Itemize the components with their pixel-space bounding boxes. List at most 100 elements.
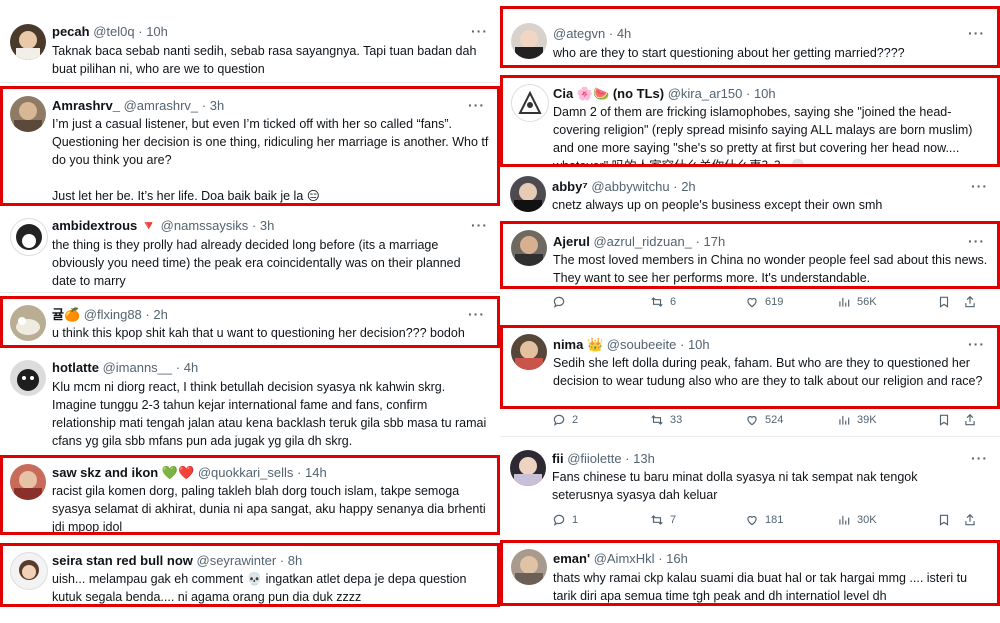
avatar[interactable] [10, 96, 46, 132]
more-options-icon[interactable]: ··· [468, 306, 485, 322]
timestamp[interactable]: 8h [288, 553, 302, 568]
display-name[interactable]: nima 👑 [553, 337, 603, 352]
divider [500, 436, 1000, 437]
retweet-button[interactable]: 7 [650, 513, 745, 527]
timestamp[interactable]: 4h [184, 360, 198, 375]
handle[interactable]: @kira_ar150 [668, 86, 743, 101]
display-name[interactable]: Cia 🌸🍉 (no TLs) [553, 86, 664, 101]
handle[interactable]: @tel0q [93, 24, 134, 39]
timestamp[interactable]: 3h [210, 98, 224, 113]
handle[interactable]: @fiiolette [567, 451, 621, 466]
tweet-card[interactable]: pecah @tel0q · 10h ··· Taknak baca sebab… [0, 18, 500, 80]
display-name[interactable]: pecah [52, 24, 90, 39]
avatar[interactable] [10, 24, 46, 60]
handle[interactable]: @seyrawinter [197, 553, 277, 568]
handle[interactable]: @namssaysiks [161, 218, 249, 233]
display-name[interactable]: ambidextrous 🔻 [52, 218, 157, 233]
more-options-icon[interactable]: ··· [471, 217, 488, 233]
avatar[interactable] [510, 176, 546, 212]
tweet-card[interactable]: hotlatte @imanns__ · 4h Klu mcm ni diorg… [0, 354, 500, 448]
avatar[interactable] [511, 84, 549, 122]
retweet-button[interactable]: 33 [650, 413, 745, 427]
timestamp[interactable]: 17h [704, 234, 726, 249]
display-name[interactable]: saw skz and ikon 💚❤️ [52, 465, 194, 480]
more-options-icon[interactable]: ··· [968, 25, 985, 41]
avatar[interactable] [510, 450, 546, 486]
retweet-button[interactable]: 6 [650, 295, 745, 309]
display-name[interactable]: hotlatte [52, 360, 99, 375]
handle[interactable]: @imanns__ [103, 360, 173, 375]
like-count: 181 [765, 514, 784, 526]
share-button[interactable] [963, 513, 977, 527]
timestamp[interactable]: 2h [153, 307, 167, 322]
handle[interactable]: @abbywitchu [591, 179, 669, 194]
handle[interactable]: @soubeeite [607, 337, 677, 352]
timestamp[interactable]: 14h [305, 465, 327, 480]
timestamp[interactable]: 3h [260, 218, 274, 233]
tweet-card[interactable]: ambidextrous 🔻 @namssaysiks · 3h ··· the… [0, 212, 500, 288]
timestamp[interactable]: 4h [617, 26, 631, 41]
reply-button[interactable] [552, 295, 650, 309]
avatar[interactable] [511, 549, 547, 585]
more-options-icon[interactable]: ··· [471, 23, 488, 39]
more-options-icon[interactable]: ··· [968, 336, 985, 352]
tweet-card[interactable]: Amrashrv_ @amrashrv_ · 3h ··· I’m just a… [0, 86, 500, 206]
display-name[interactable]: abby⁷ [552, 179, 588, 194]
retweet-icon [651, 297, 663, 307]
timestamp[interactable]: 2h [681, 179, 695, 194]
bookmark-button[interactable] [937, 295, 963, 309]
avatar[interactable] [511, 23, 547, 59]
display-name[interactable]: Ajerul [553, 234, 590, 249]
more-options-icon[interactable]: ··· [468, 97, 485, 113]
tweet-card[interactable]: saw skz and ikon 💚❤️ @quokkari_sells · 1… [0, 455, 500, 535]
tweet-card[interactable]: abby⁷ @abbywitchu · 2h ··· cnetz always … [500, 174, 1000, 216]
timestamp[interactable]: 10h [688, 337, 710, 352]
tweet-card[interactable]: seira stan red bull now @seyrawinter · 8… [0, 543, 500, 607]
handle[interactable]: @amrashrv_ [124, 98, 199, 113]
like-button[interactable]: 619 [745, 295, 837, 309]
like-button[interactable]: 181 [745, 513, 837, 527]
avatar[interactable] [10, 360, 46, 396]
avatar[interactable] [10, 218, 48, 256]
avatar[interactable] [511, 230, 547, 266]
handle[interactable]: @flxing88 [84, 307, 142, 322]
handle[interactable]: @AimxHkl [594, 551, 655, 566]
avatar[interactable] [511, 334, 547, 370]
more-options-icon[interactable]: ··· [971, 178, 988, 194]
avatar[interactable] [10, 464, 46, 500]
tweet-card[interactable]: @ategvn · 4h ··· who are they to start q… [500, 6, 1000, 68]
reply-button[interactable]: 2 [552, 413, 650, 427]
handle[interactable]: @ategvn [553, 26, 605, 41]
timestamp[interactable]: 16h [666, 551, 688, 566]
tweet-card[interactable]: Cia 🌸🍉 (no TLs) @kira_ar150 · 10h Damn 2… [500, 75, 1000, 167]
more-options-icon[interactable]: ··· [971, 450, 988, 466]
avatar[interactable] [10, 552, 48, 590]
display-name[interactable]: 귤🍊 [52, 307, 80, 322]
timestamp[interactable]: 10h [146, 24, 168, 39]
display-name[interactable]: Amrashrv_ [52, 98, 120, 113]
handle[interactable]: @quokkari_sells [198, 465, 294, 480]
display-name[interactable]: seira stan red bull now [52, 553, 193, 568]
timestamp[interactable]: 10h [754, 86, 776, 101]
bookmark-button[interactable] [937, 413, 963, 427]
views-button[interactable]: 39K [837, 413, 937, 427]
display-name[interactable]: eman' [553, 551, 590, 566]
views-button[interactable]: 30K [837, 513, 937, 527]
tweet-card[interactable]: fii @fiiolette · 13h ··· Fans chinese tu… [500, 446, 1000, 510]
reply-icon [553, 514, 565, 526]
more-options-icon[interactable]: ··· [968, 233, 985, 249]
handle[interactable]: @azrul_ridzuan_ [593, 234, 691, 249]
share-button[interactable] [963, 295, 977, 309]
views-button[interactable]: 56K [837, 295, 937, 309]
tweet-card[interactable]: nima 👑 @soubeeite · 10h ··· Sedih she le… [500, 325, 1000, 409]
tweet-card[interactable]: Ajerul @azrul_ridzuan_ · 17h ··· The mos… [500, 221, 1000, 289]
bookmark-button[interactable] [937, 513, 963, 527]
timestamp[interactable]: 13h [633, 451, 655, 466]
tweet-card[interactable]: eman' @AimxHkl · 16h thats why ramai ckp… [500, 540, 1000, 606]
share-button[interactable] [963, 413, 977, 427]
like-button[interactable]: 524 [745, 413, 837, 427]
display-name[interactable]: fii [552, 451, 564, 466]
reply-button[interactable]: 1 [552, 513, 650, 527]
tweet-card[interactable]: 귤🍊 @flxing88 · 2h ··· u think this kpop … [0, 296, 500, 348]
avatar[interactable] [10, 305, 46, 341]
